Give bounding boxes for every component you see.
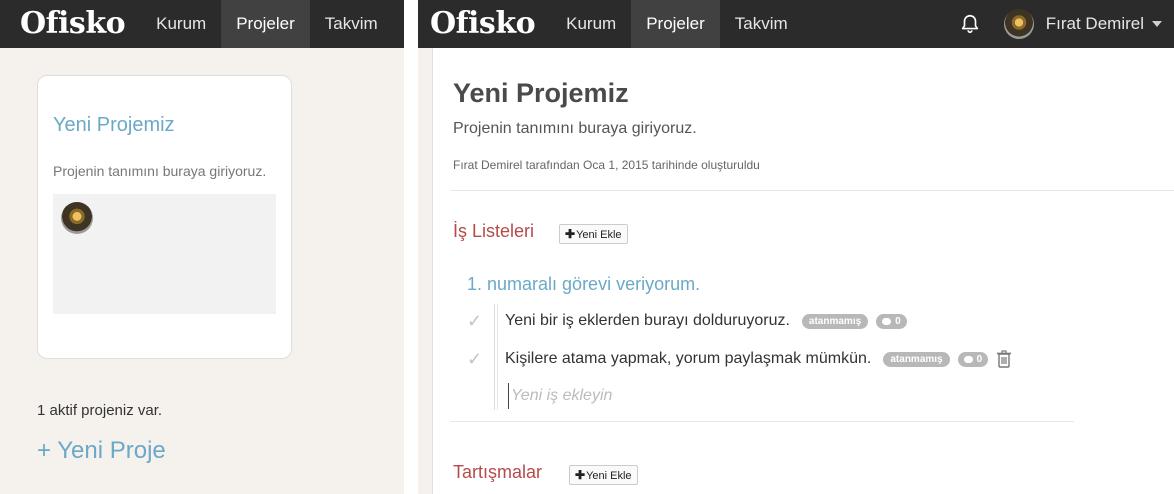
nav-takvim[interactable]: Takvim xyxy=(310,0,393,48)
right-panel: Ofisko Kurum Projeler Takvim Fırat Demir… xyxy=(418,0,1174,494)
plus-icon: ✚ xyxy=(575,468,586,482)
project-card[interactable]: Yeni Projemiz Projenin tanımını buraya g… xyxy=(37,75,292,359)
task-item: ✓ Yeni bir iş eklerden burayı dolduruyor… xyxy=(467,309,907,333)
project-detail: Yeni Projemiz Projenin tanımını buraya g… xyxy=(432,48,1174,494)
assignee-badge[interactable]: atanmamış xyxy=(883,351,950,367)
chevron-down-icon xyxy=(1152,21,1162,27)
project-meta: Fırat Demirel tarafından Oca 1, 2015 tar… xyxy=(453,158,760,172)
comment-count-badge[interactable]: 0 xyxy=(957,351,989,367)
nav-takvim[interactable]: Takvim xyxy=(720,0,803,48)
discussions-heading: Tartışmalar xyxy=(453,462,543,482)
brand-logo[interactable]: Ofisko xyxy=(0,0,141,48)
comment-count-badge[interactable]: 0 xyxy=(876,313,907,329)
top-navbar-left: Ofisko Kurum Projeler Takvim xyxy=(0,0,404,48)
nav-kurum[interactable]: Kurum xyxy=(551,0,631,48)
tasklist-title[interactable]: 1. numaralı görevi veriyorum. xyxy=(467,274,700,295)
check-icon[interactable]: ✓ xyxy=(467,349,507,370)
check-icon[interactable]: ✓ xyxy=(467,311,507,332)
bell-icon[interactable] xyxy=(946,0,994,48)
page-title: Yeni Projemiz xyxy=(453,78,629,108)
divider xyxy=(450,421,1074,422)
user-avatar xyxy=(1003,9,1034,39)
avatar[interactable] xyxy=(61,202,93,234)
tasklists-heading: İş Listeleri xyxy=(453,221,535,241)
plus-icon: ✚ xyxy=(565,227,576,241)
nav-kurum[interactable]: Kurum xyxy=(141,0,221,48)
project-description: Projenin tanımını buraya giriyoruz. xyxy=(453,120,697,137)
project-card-title[interactable]: Yeni Projemiz xyxy=(53,114,175,137)
user-name: Fırat Demirel xyxy=(1045,14,1144,33)
task-item: ✓ Kişilere atama yapmak, yorum paylaşmak… xyxy=(467,347,1012,371)
comment-icon xyxy=(882,317,892,325)
nav-projeler[interactable]: Projeler xyxy=(631,0,720,48)
task-text[interactable]: Yeni bir iş eklerden burayı dolduruyoruz… xyxy=(505,312,790,330)
project-card-description: Projenin tanımını buraya giriyoruz. xyxy=(53,163,267,179)
new-task-input[interactable] xyxy=(508,383,813,409)
active-project-count: 1 aktif projeniz var. xyxy=(37,402,163,419)
project-card-members xyxy=(53,194,276,314)
add-tasklist-button[interactable]: ✚Yeni Ekle xyxy=(559,224,628,244)
top-navbar-right: Ofisko Kurum Projeler Takvim Fırat Demir… xyxy=(418,0,1174,48)
brand-logo[interactable]: Ofisko xyxy=(418,0,551,48)
left-panel: Ofisko Kurum Projeler Takvim Yeni Projem… xyxy=(0,0,404,494)
add-discussion-button[interactable]: ✚Yeni Ekle xyxy=(569,465,638,485)
divider xyxy=(450,190,1174,191)
nav-projeler[interactable]: Projeler xyxy=(221,0,310,48)
trash-icon[interactable] xyxy=(996,350,1012,368)
task-text[interactable]: Kişilere atama yapmak, yorum paylaşmak m… xyxy=(505,350,871,368)
comment-icon xyxy=(963,355,973,363)
assignee-badge[interactable]: atanmamış xyxy=(801,313,869,329)
new-project-link[interactable]: + Yeni Proje xyxy=(37,437,166,465)
user-menu[interactable]: Fırat Demirel xyxy=(994,0,1174,48)
